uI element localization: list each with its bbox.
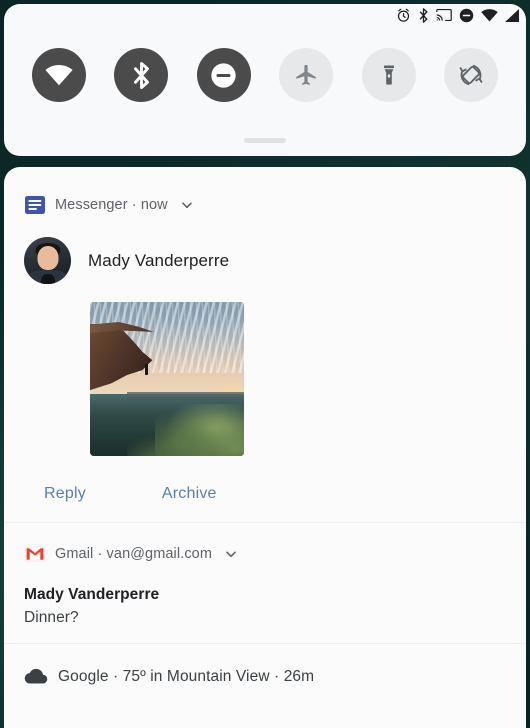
wifi-tile[interactable]: [32, 48, 86, 102]
flashlight-icon: [377, 63, 401, 87]
cloud-icon: [24, 666, 48, 688]
messenger-icon: [24, 194, 46, 216]
airplane-icon: [293, 62, 319, 88]
notification-source-text: Gmail · van@gmail.com: [55, 546, 213, 562]
do-not-disturb-icon: [210, 62, 237, 89]
notification-header[interactable]: Google · 75º in Mountain View · 26m: [24, 657, 506, 697]
notification-header[interactable]: Messenger · now: [24, 184, 506, 226]
chevron-down-icon[interactable]: [224, 547, 238, 561]
notification-title: Mady Vanderperre: [24, 586, 160, 603]
notification-body: Dinner?: [24, 609, 79, 626]
notification-actions: Reply Archive: [24, 466, 506, 522]
reply-action[interactable]: Reply: [44, 479, 86, 509]
wifi-icon: [45, 64, 73, 86]
message-image-attachment[interactable]: [90, 302, 244, 456]
wifi-icon: [481, 8, 498, 22]
cell-signal-icon: [505, 8, 520, 22]
airplane-tile[interactable]: [279, 48, 334, 102]
cast-icon: [436, 8, 452, 22]
gmail-icon: [24, 543, 46, 565]
message-sender-row: Mady Vanderperre: [24, 237, 506, 284]
notification-shade: Messenger · now Mady Vanderperre Reply A…: [4, 167, 526, 728]
archive-action[interactable]: Archive: [162, 479, 217, 509]
status-bar: [0, 0, 530, 30]
notification-source-text: Google · 75º in Mountain View · 26m: [58, 668, 315, 685]
avatar: [24, 237, 71, 284]
notification-messenger[interactable]: Messenger · now Mady Vanderperre Reply A…: [4, 167, 526, 522]
flashlight-tile[interactable]: [361, 48, 416, 102]
do-not-disturb-tile[interactable]: [196, 48, 251, 102]
chevron-down-icon[interactable]: [180, 198, 194, 212]
notification-google-weather[interactable]: Google · 75º in Mountain View · 26m: [4, 644, 526, 697]
message-sender-name: Mady Vanderperre: [88, 250, 230, 270]
auto-rotate-icon: [457, 61, 485, 89]
notification-header[interactable]: Gmail · van@gmail.com: [24, 533, 506, 575]
auto-rotate-tile[interactable]: [443, 48, 498, 102]
do-not-disturb-icon: [459, 8, 474, 23]
bluetooth-icon: [418, 7, 429, 23]
notification-gmail[interactable]: Gmail · van@gmail.com Mady Vanderperre D…: [4, 523, 526, 643]
notification-source-text: Messenger · now: [55, 197, 168, 213]
bluetooth-tile[interactable]: [114, 48, 169, 102]
alarm-icon: [396, 8, 411, 23]
bluetooth-icon: [132, 61, 151, 89]
quick-settings-drag-handle[interactable]: [244, 138, 286, 143]
